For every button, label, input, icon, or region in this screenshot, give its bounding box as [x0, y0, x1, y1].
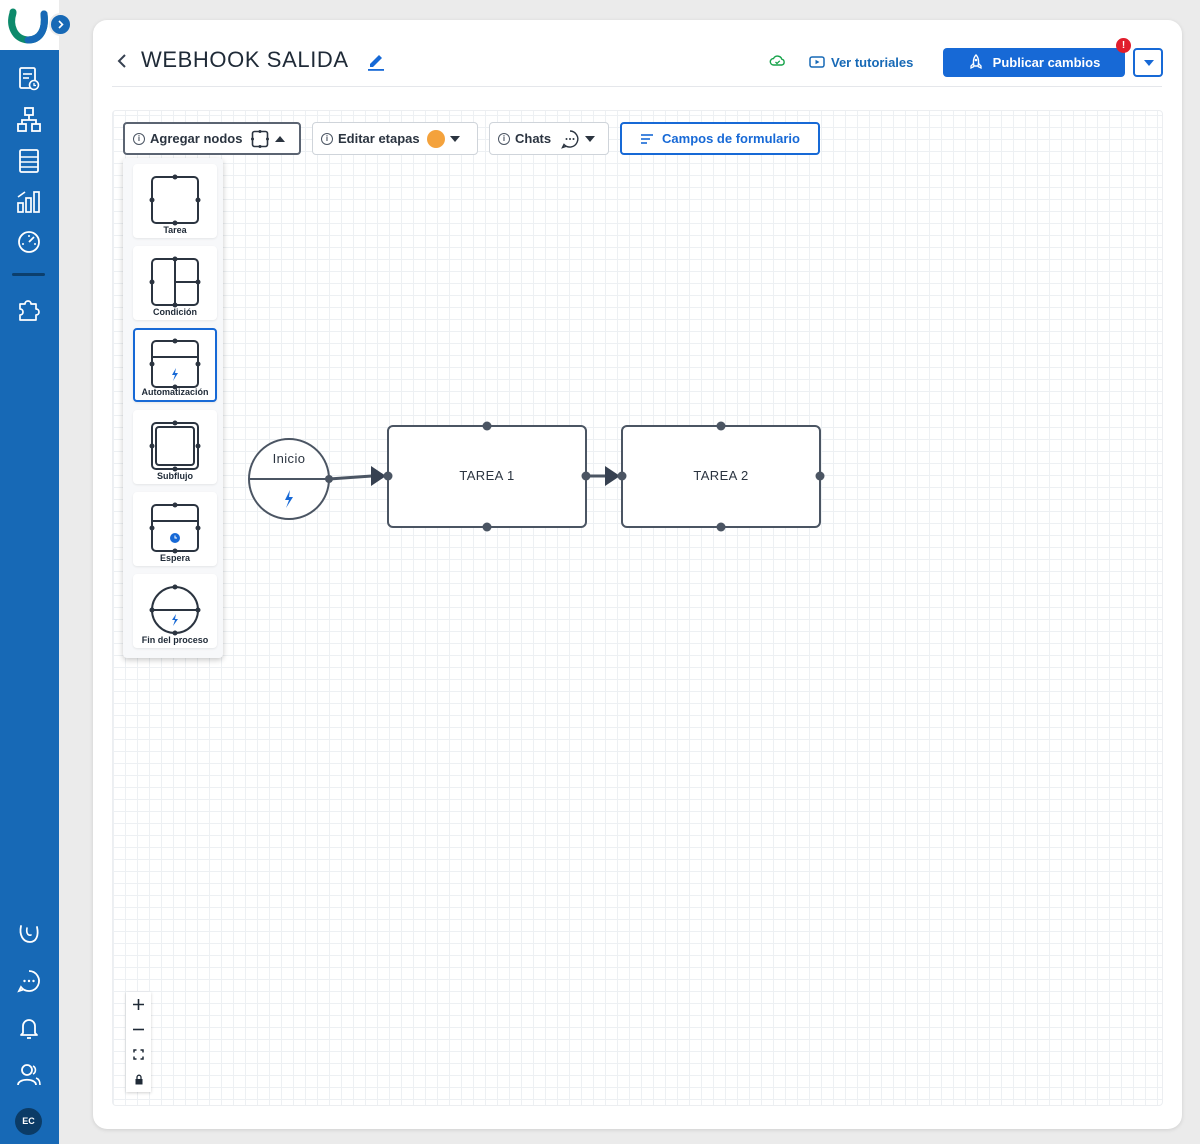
- bar-chart-icon: [17, 191, 40, 213]
- plus-icon: [133, 999, 144, 1010]
- node-palette: Tarea Condición Automatización Subflujo: [123, 158, 223, 658]
- tutorials-label: Ver tutoriales: [831, 54, 914, 70]
- form-fields-label: Campos de formulario: [662, 131, 800, 146]
- palette-item-condition[interactable]: Condición: [133, 246, 217, 320]
- minus-icon: [133, 1028, 144, 1031]
- header-divider: [112, 86, 1162, 87]
- sidebar-divider: [12, 273, 45, 276]
- chat-bubble-icon: [17, 970, 40, 993]
- add-nodes-label: Agregar nodos: [150, 131, 243, 146]
- palette-item-subflow[interactable]: Subflujo: [133, 410, 217, 484]
- palette-item-label: Tarea: [163, 225, 187, 235]
- edit-stages-button[interactable]: i Editar etapas: [312, 122, 478, 155]
- nav-forms[interactable]: [14, 64, 44, 94]
- info-icon: i: [321, 132, 333, 145]
- page-title: WEBHOOK SALIDA: [141, 47, 349, 72]
- info-icon: i: [498, 132, 510, 145]
- zoom-controls: [126, 992, 151, 1092]
- sidebar: EC: [0, 0, 72, 1144]
- nav-users[interactable]: [14, 1060, 44, 1090]
- palette-item-label: Espera: [159, 553, 191, 563]
- users-icon: [17, 1064, 41, 1086]
- unpublished-alert-badge: !: [1116, 38, 1131, 53]
- caret-up-icon: [275, 135, 286, 142]
- nav-reports[interactable]: [14, 186, 44, 216]
- table-icon: [19, 149, 39, 173]
- zoom-out-button[interactable]: [126, 1017, 151, 1042]
- user-avatar[interactable]: EC: [15, 1108, 42, 1135]
- palette-item-wait[interactable]: Espera: [133, 492, 217, 566]
- chats-label: Chats: [515, 131, 552, 146]
- edit-stages-label: Editar etapas: [338, 131, 420, 146]
- task-node-1-label: TAREA 1: [459, 468, 515, 483]
- flow-canvas[interactable]: [112, 110, 1163, 1106]
- palette-item-label: Fin del proceso: [141, 635, 209, 645]
- task-node-2-label: TAREA 2: [693, 468, 749, 483]
- node-square-icon: [251, 129, 270, 148]
- connector-start-task1[interactable]: [328, 474, 373, 481]
- fit-screen-icon: [133, 1049, 144, 1060]
- add-nodes-button[interactable]: i Agregar nodos: [123, 122, 301, 155]
- speedometer-icon: [18, 231, 40, 253]
- caret-down-icon: [585, 135, 596, 142]
- chats-button[interactable]: i Chats: [489, 122, 609, 155]
- zoom-in-button[interactable]: [126, 992, 151, 1017]
- back-arrow-icon[interactable]: [114, 52, 130, 70]
- fit-view-button[interactable]: [126, 1042, 151, 1067]
- form-document-icon: [19, 67, 40, 91]
- expand-sidebar-button[interactable]: [49, 13, 72, 36]
- caret-down-icon: [449, 135, 460, 142]
- pencil-icon[interactable]: [367, 51, 385, 71]
- info-icon: i: [133, 132, 145, 145]
- cloud-saved-icon: [769, 55, 785, 66]
- nav-tables[interactable]: [14, 146, 44, 176]
- tutorials-link[interactable]: Ver tutoriales: [809, 53, 913, 71]
- brand-mark-icon: [19, 925, 39, 943]
- palette-item-label: Condición: [153, 307, 197, 317]
- stage-color-dot: [426, 129, 445, 148]
- bell-icon: [20, 1019, 38, 1039]
- palette-item-task[interactable]: Tarea: [133, 164, 217, 238]
- publish-changes-button[interactable]: Publicar cambios: [943, 48, 1125, 77]
- list-lines-icon: [641, 133, 654, 144]
- start-node-label: Inicio: [272, 451, 306, 466]
- chat-bubble-icon: [561, 129, 579, 149]
- form-fields-button[interactable]: Campos de formulario: [620, 122, 820, 155]
- palette-item-end-process[interactable]: Fin del proceso: [133, 574, 217, 648]
- video-play-icon: [809, 56, 825, 68]
- publish-options-dropdown[interactable]: [1133, 48, 1163, 77]
- nav-notifications[interactable]: [14, 1013, 44, 1043]
- palette-item-label: Automatización: [141, 387, 209, 397]
- palette-item-label: Subflujo: [157, 471, 193, 481]
- rocket-icon: [970, 54, 982, 70]
- puzzle-icon: [19, 300, 40, 321]
- nav-chat[interactable]: [14, 966, 44, 996]
- nav-dashboard[interactable]: [14, 227, 44, 257]
- publish-changes-label: Publicar cambios: [992, 55, 1101, 70]
- lock-canvas-button[interactable]: [126, 1067, 151, 1092]
- hierarchy-icon: [17, 107, 41, 132]
- nav-processes[interactable]: [14, 105, 44, 135]
- nav-brand[interactable]: [14, 918, 44, 948]
- nav-integrations[interactable]: [14, 295, 44, 325]
- chevron-right-icon: [58, 20, 64, 29]
- lock-icon: [135, 1074, 142, 1085]
- palette-item-automation[interactable]: Automatización: [133, 328, 217, 402]
